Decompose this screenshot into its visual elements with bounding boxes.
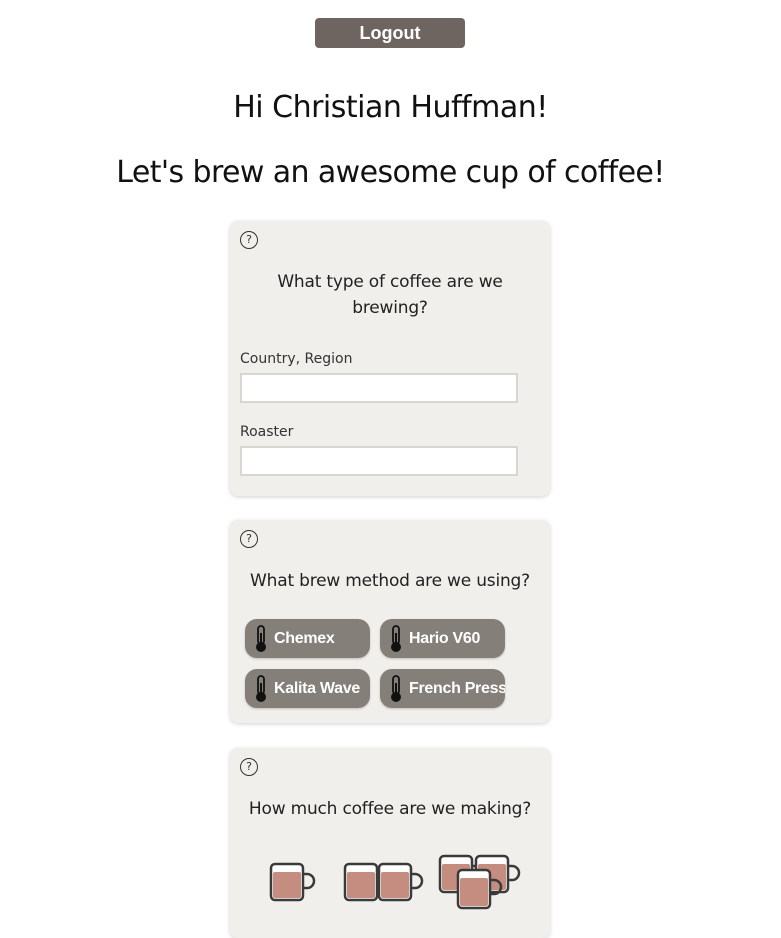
brew-method-label: Kalita Wave <box>274 679 360 697</box>
logout-button[interactable]: Logout <box>315 18 465 48</box>
cup-count-options <box>230 854 550 924</box>
help-icon[interactable]: ? <box>240 758 258 776</box>
one-cup-option[interactable] <box>268 860 316 908</box>
help-icon[interactable]: ? <box>240 231 258 249</box>
country-region-label: Country, Region <box>240 351 353 367</box>
brew-method-french-press-button[interactable]: French Press <box>380 669 505 708</box>
brew-method-card: ? What brew method are we using? Chemex … <box>230 520 550 723</box>
greeting-heading: Hi Christian Huffman! <box>233 90 548 125</box>
brew-method-label: Hario V60 <box>409 629 481 647</box>
brew-method-kalita-wave-button[interactable]: Kalita Wave <box>245 669 370 708</box>
country-region-input[interactable] <box>240 373 518 403</box>
tagline-heading: Let's brew an awesome cup of coffee! <box>116 155 665 190</box>
three-cups-option[interactable] <box>437 854 521 918</box>
thermometer-icon <box>256 624 266 652</box>
coffee-amount-card: ? How much coffee are we making? <box>230 748 550 938</box>
one-cup-icon <box>269 862 316 902</box>
roaster-label: Roaster <box>240 424 294 440</box>
brew-method-chemex-button[interactable]: Chemex <box>245 619 370 658</box>
help-icon[interactable]: ? <box>240 530 258 548</box>
three-cups-icon <box>438 854 521 910</box>
brew-method-question: What brew method are we using? <box>250 571 530 591</box>
coffee-amount-question: How much coffee are we making? <box>248 799 532 819</box>
thermometer-icon <box>391 624 401 652</box>
brew-method-label: Chemex <box>274 629 335 647</box>
brew-method-options: Chemex Hario V60 Kalita Wave French Pres… <box>245 619 545 708</box>
two-cups-option[interactable] <box>342 860 426 908</box>
brew-method-label: French Press <box>409 679 505 697</box>
thermometer-icon <box>391 674 401 702</box>
brew-method-hario-v60-button[interactable]: Hario V60 <box>380 619 505 658</box>
coffee-type-card: ? What type of coffee are we brewing? Co… <box>230 221 550 496</box>
coffee-type-question: What type of coffee are we brewing? <box>277 272 503 318</box>
two-cups-icon <box>343 862 424 902</box>
thermometer-icon <box>256 674 266 702</box>
roaster-input[interactable] <box>240 446 518 476</box>
